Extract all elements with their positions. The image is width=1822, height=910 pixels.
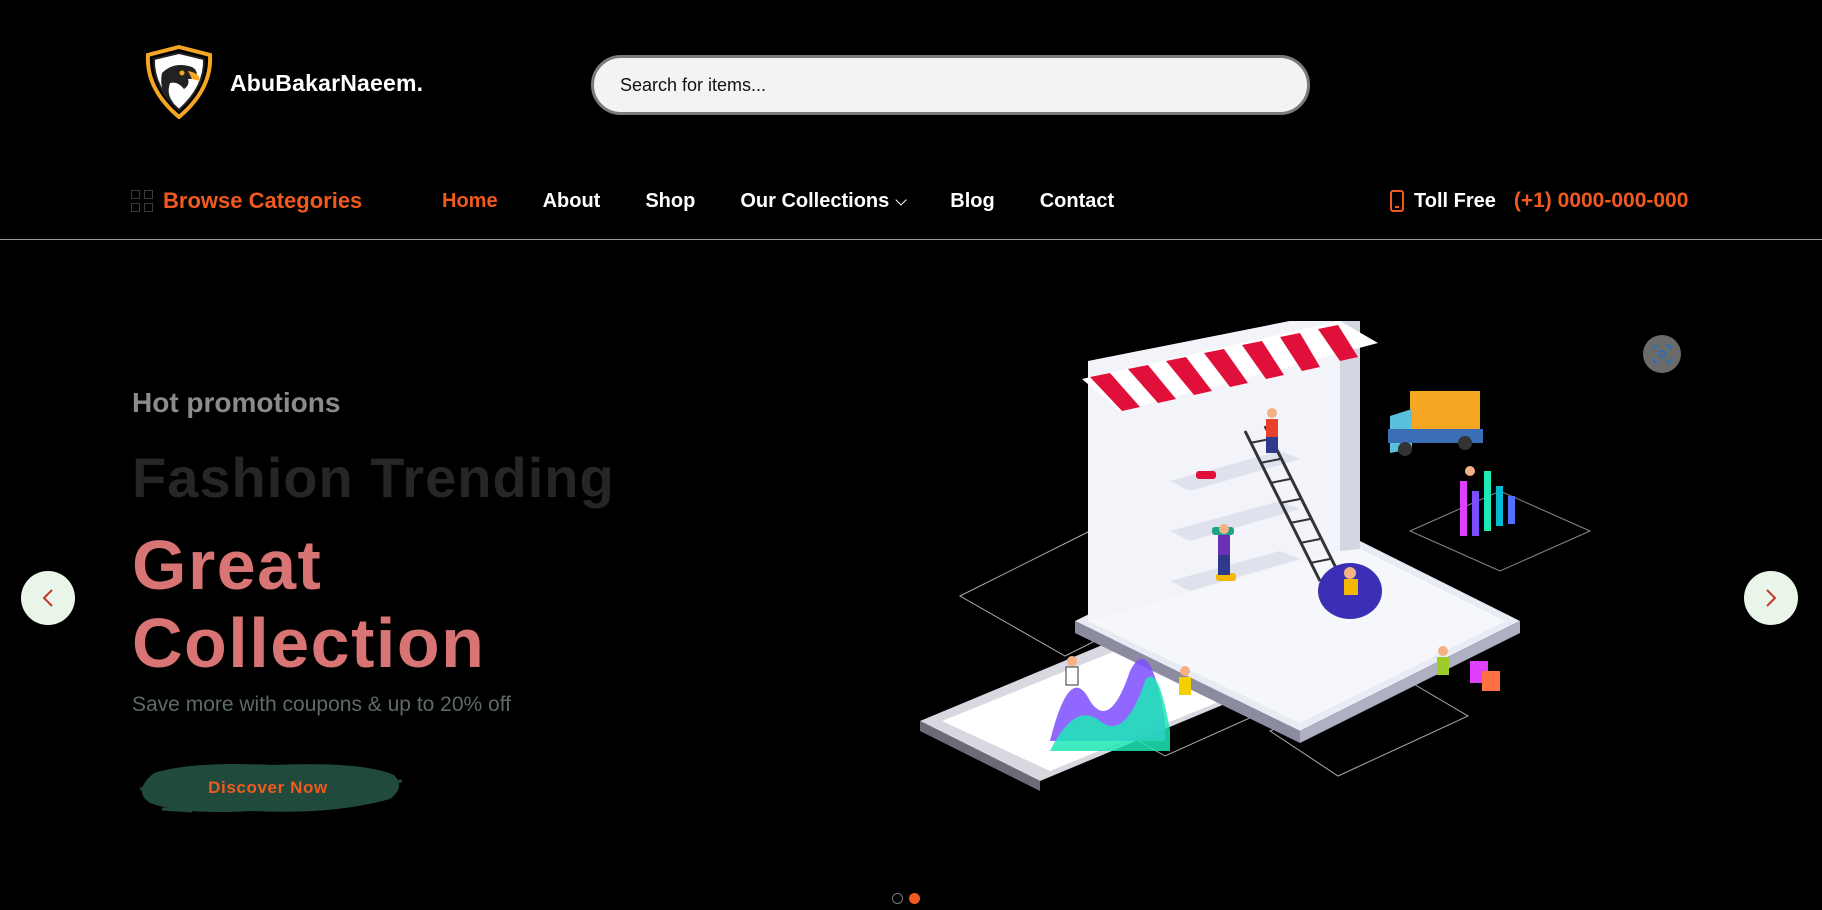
nav-contact[interactable]: Contact [1040, 190, 1114, 213]
nav-about[interactable]: About [543, 190, 601, 213]
chevron-down-icon [895, 193, 907, 206]
ecommerce-store-illustration [920, 321, 1592, 791]
nav-blog[interactable]: Blog [950, 190, 994, 213]
hero-subtext: Save more with coupons & up to 20% off [132, 693, 512, 716]
hero-promo-label: Hot promotions [132, 387, 341, 418]
nav-home-label: Home [442, 190, 498, 212]
grid-icon [131, 190, 153, 212]
nav-about-label: About [542, 190, 601, 212]
hero-trend-text: Fashion Trending [132, 446, 615, 509]
phone-icon [1390, 190, 1404, 212]
toll-free-info: Toll Free (+1) 0000-000-000 [1390, 189, 1688, 213]
nav-our-collections[interactable]: Our Collections [740, 190, 907, 213]
nav-shop[interactable]: Shop [645, 190, 695, 213]
site-header: AbuBakarNaeem. Browse Categories Home Ab… [0, 0, 1822, 240]
chevron-left-icon [42, 589, 53, 607]
toll-free-number[interactable]: (+1) 0000-000-000 [1514, 189, 1689, 213]
slider-prev-button[interactable] [21, 571, 75, 625]
slider-dot-1[interactable] [892, 893, 903, 904]
scan-icon [1653, 345, 1671, 363]
nav-home[interactable]: Home [442, 190, 498, 213]
hero-headline: Great Collection [132, 526, 486, 682]
browse-categories-button[interactable]: Browse Categories [131, 188, 362, 214]
nav-blog-label: Blog [950, 190, 995, 212]
slider-next-button[interactable] [1744, 571, 1798, 625]
discover-now-button[interactable]: Discover Now [132, 753, 403, 823]
slider-dot-2[interactable] [909, 893, 920, 904]
eagle-logo-icon[interactable] [144, 45, 214, 119]
browse-categories-label: Browse Categories [163, 188, 363, 213]
hero-slider: Hot promotions Fashion Trending Great Co… [0, 241, 1822, 910]
visual-search-button[interactable] [1643, 335, 1681, 373]
discover-now-label: Discover Now [208, 778, 328, 797]
nav-shop-label: Shop [645, 190, 696, 212]
nav-contact-label: Contact [1039, 190, 1115, 212]
slider-pagination [892, 893, 920, 904]
chevron-right-icon [1766, 589, 1777, 607]
nav-collections-label: Our Collections [740, 190, 890, 212]
main-nav: Home About Shop Our Collections Blog Con… [442, 190, 1114, 213]
brand-name[interactable]: AbuBakarNaeem. [230, 70, 423, 97]
search-input[interactable] [591, 55, 1310, 115]
toll-free-label: Toll Free [1414, 189, 1496, 212]
